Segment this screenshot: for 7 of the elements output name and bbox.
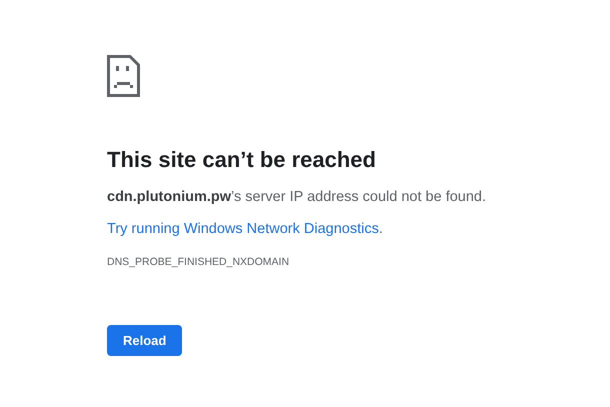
reload-button[interactable]: Reload [107,325,182,356]
error-heading: This site can’t be reached [107,146,376,174]
error-message: cdn.plutonium.pw’s server IP address could not be found. [107,188,486,207]
sad-page-icon [107,55,140,97]
suggestion-text: Try running Windows Network Diagnostics. [107,220,383,239]
diagnostics-link[interactable]: Try running Windows Network Diagnostics [107,221,379,237]
error-code: DNS_PROBE_FINISHED_NXDOMAIN [107,255,290,269]
